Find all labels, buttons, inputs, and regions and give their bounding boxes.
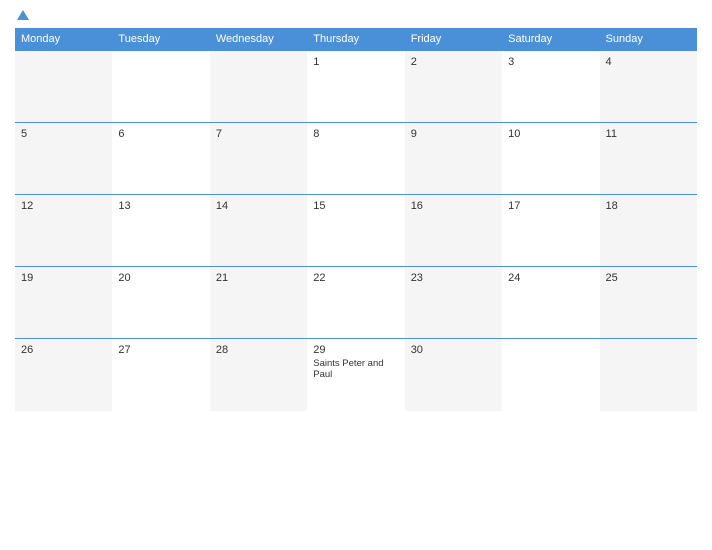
day-number: 16 [411,200,496,212]
calendar-cell: 27 [112,339,209,411]
calendar-cell: 11 [600,123,697,195]
calendar-cell: 26 [15,339,112,411]
day-number: 29 [313,344,398,356]
day-number: 18 [606,200,691,212]
calendar-cell: 18 [600,195,697,267]
calendar-cell [502,339,599,411]
day-number: 26 [21,344,106,356]
calendar-cell: 13 [112,195,209,267]
day-number: 25 [606,272,691,284]
calendar-cell: 9 [405,123,502,195]
day-number: 10 [508,128,593,140]
day-number: 2 [411,56,496,68]
day-of-week-header: Thursday [307,28,404,51]
day-number: 22 [313,272,398,284]
day-number: 12 [21,200,106,212]
holiday-label: Saints Peter and Paul [313,358,398,380]
day-number: 9 [411,128,496,140]
day-number: 30 [411,344,496,356]
calendar-cell: 21 [210,267,307,339]
day-number: 1 [313,56,398,68]
day-number: 23 [411,272,496,284]
calendar-cell: 20 [112,267,209,339]
logo-triangle-icon [17,10,29,20]
calendar-week-row: 26 27 28 29 Saints Peter and Paul 30 [15,339,697,411]
day-of-week-header: Monday [15,28,112,51]
day-of-week-header: Sunday [600,28,697,51]
day-number: 13 [118,200,203,212]
day-of-week-header: Saturday [502,28,599,51]
calendar-cell [210,51,307,123]
day-of-week-header: Wednesday [210,28,307,51]
day-number: 3 [508,56,593,68]
day-number: 4 [606,56,691,68]
calendar-page: MondayTuesdayWednesdayThursdayFridaySatu… [0,0,712,550]
calendar-cell: 7 [210,123,307,195]
day-of-week-header: Tuesday [112,28,209,51]
calendar-cell: 15 [307,195,404,267]
calendar-cell: 22 [307,267,404,339]
calendar-cell: 1 [307,51,404,123]
header [15,10,697,20]
calendar-week-row: 12 13 14 15 16 17 18 [15,195,697,267]
calendar-cell: 19 [15,267,112,339]
calendar-cell: 16 [405,195,502,267]
day-number: 24 [508,272,593,284]
calendar-cell: 12 [15,195,112,267]
calendar-cell: 3 [502,51,599,123]
day-number: 28 [216,344,301,356]
day-number: 14 [216,200,301,212]
day-number: 15 [313,200,398,212]
calendar-cell: 29 Saints Peter and Paul [307,339,404,411]
calendar-header-row: MondayTuesdayWednesdayThursdayFridaySatu… [15,28,697,51]
day-of-week-header: Friday [405,28,502,51]
day-number: 20 [118,272,203,284]
day-number: 21 [216,272,301,284]
day-number: 8 [313,128,398,140]
calendar-cell: 4 [600,51,697,123]
day-number: 27 [118,344,203,356]
calendar-cell: 5 [15,123,112,195]
calendar-cell: 2 [405,51,502,123]
calendar-cell: 14 [210,195,307,267]
calendar-cell: 8 [307,123,404,195]
calendar-cell: 10 [502,123,599,195]
calendar-week-row: 1 23 4 [15,51,697,123]
day-number: 6 [118,128,203,140]
calendar-cell: 6 [112,123,209,195]
calendar-cell: 17 [502,195,599,267]
calendar-week-row: 56 78 9 10 11 [15,123,697,195]
calendar-cell [15,51,112,123]
day-number: 5 [21,128,106,140]
calendar-cell: 24 [502,267,599,339]
logo [15,10,29,20]
calendar-cell: 25 [600,267,697,339]
calendar-cell: 28 [210,339,307,411]
calendar-week-row: 19 20 21 22 23 24 25 [15,267,697,339]
day-number: 7 [216,128,301,140]
calendar-table: MondayTuesdayWednesdayThursdayFridaySatu… [15,28,697,411]
calendar-cell: 23 [405,267,502,339]
calendar-cell [112,51,209,123]
day-number: 19 [21,272,106,284]
calendar-cell: 30 [405,339,502,411]
day-number: 17 [508,200,593,212]
calendar-cell [600,339,697,411]
day-number: 11 [606,128,691,140]
